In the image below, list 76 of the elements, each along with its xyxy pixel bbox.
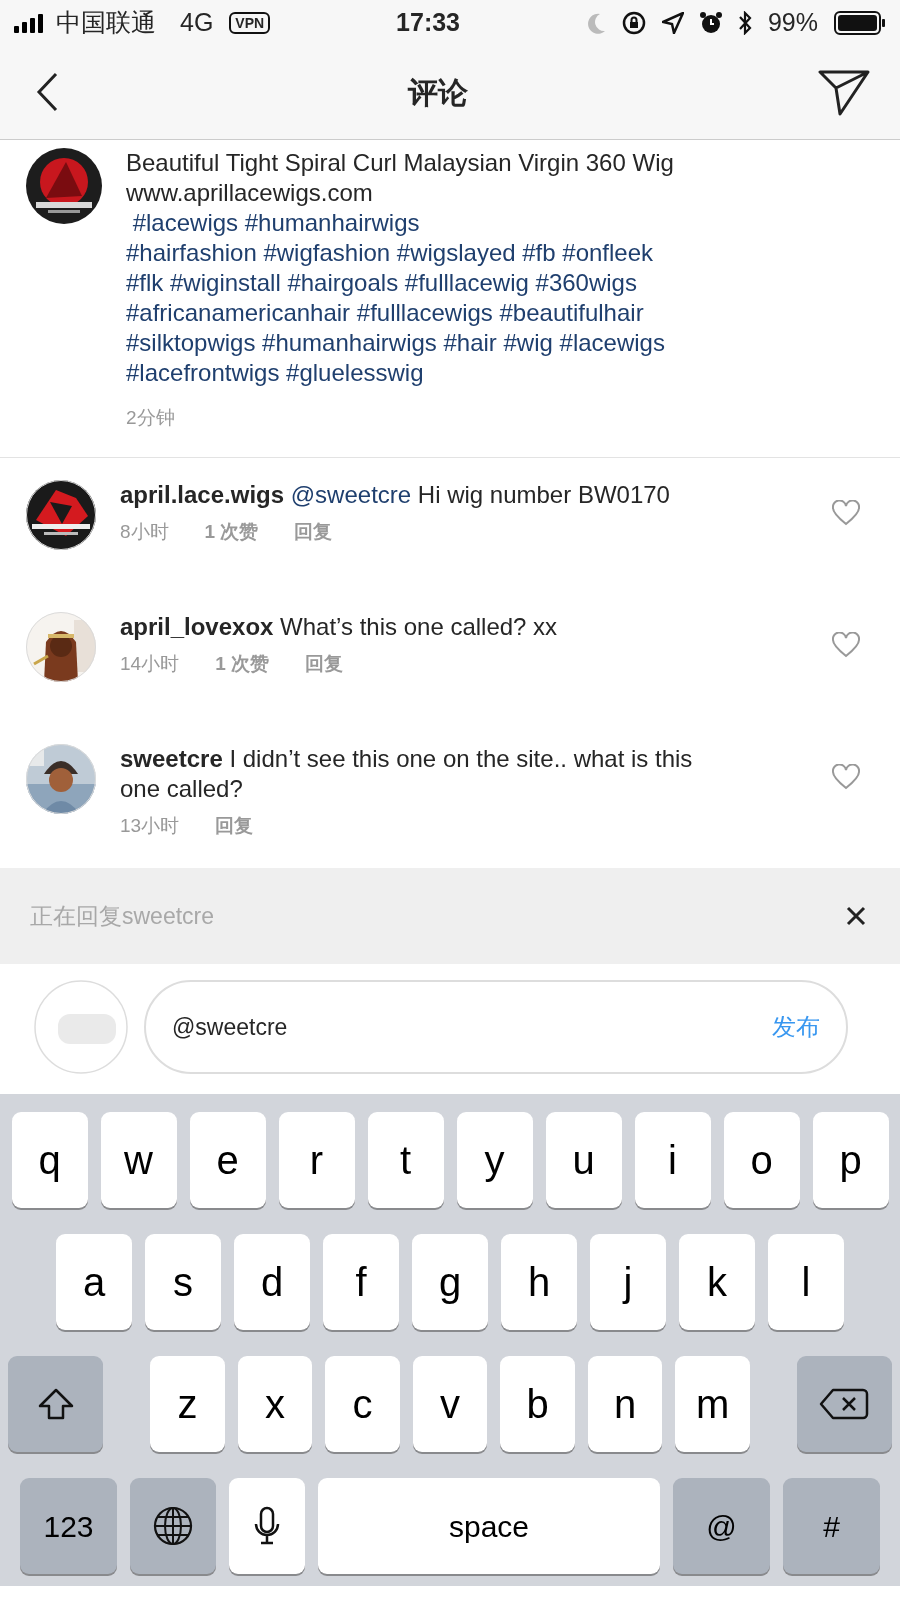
backspace-icon <box>819 1386 870 1422</box>
mention-link[interactable]: @sweetcre <box>290 481 412 508</box>
hashtag-line: #lacewigs #humanhairwigs <box>131 208 421 238</box>
keyboard-key[interactable]: j <box>590 1234 666 1330</box>
keyboard-key[interactable]: t <box>367 1112 444 1208</box>
comment-time: 14小时 <box>120 652 180 676</box>
keyboard-key[interactable]: i <box>634 1112 711 1208</box>
keyboard-key[interactable]: f <box>323 1234 399 1330</box>
keyboard-key[interactable]: e <box>189 1112 266 1208</box>
send-icon <box>818 68 870 116</box>
back-icon <box>36 72 58 112</box>
microphone-key[interactable] <box>229 1478 305 1574</box>
alarm-icon <box>699 10 722 35</box>
keyboard-key[interactable]: @ <box>673 1478 770 1574</box>
keyboard-key[interactable]: o <box>723 1112 800 1208</box>
network-type: 4G <box>180 6 214 38</box>
battery-icon <box>834 10 886 35</box>
carrier-name: 中国联通 <box>56 6 156 38</box>
keyboard-key[interactable]: x <box>237 1356 313 1452</box>
comment-text: april.lace.wigs @sweetcre Hi wig number BW0170 <box>120 480 671 510</box>
caption-line: Beautiful Tight Spiral Curl Malaysian Virgin 360 Wig <box>126 148 674 178</box>
shift-key[interactable] <box>8 1356 104 1452</box>
keyboard-key[interactable]: s <box>145 1234 221 1330</box>
status-time: 17:33 <box>395 6 462 38</box>
globe-icon <box>153 1506 193 1546</box>
location-icon <box>661 11 684 34</box>
caption-time: 2分钟 <box>126 406 176 430</box>
keyboard-key[interactable]: g <box>412 1234 488 1330</box>
moon-icon <box>585 11 606 34</box>
keyboard-key[interactable]: # <box>783 1478 880 1574</box>
like-button[interactable] <box>832 500 860 526</box>
back-button[interactable] <box>36 72 58 112</box>
keyboard-key[interactable]: c <box>325 1356 400 1452</box>
keyboard-key[interactable]: l <box>768 1234 844 1330</box>
keyboard-key[interactable]: p <box>812 1112 889 1208</box>
hashtag-line: #flk #wiginstall #hairgoals #fulllacewig #360wigs <box>126 268 638 298</box>
like-button[interactable] <box>832 632 860 658</box>
caption-line: www.aprillacewigs.com <box>126 178 374 208</box>
reply-status: 正在回复sweetcre <box>30 901 215 931</box>
keyboard-key[interactable]: b <box>500 1356 575 1452</box>
hashtag-line: #lacefrontwigs #gluelesswig <box>126 358 425 388</box>
close-button[interactable] <box>846 906 866 926</box>
share-button[interactable] <box>818 68 870 116</box>
keyboard-key[interactable]: u <box>545 1112 622 1208</box>
like-button[interactable] <box>832 764 860 790</box>
space-key[interactable]: space <box>318 1478 660 1574</box>
keyboard-key[interactable]: a <box>56 1234 132 1330</box>
keyboard-key[interactable]: y <box>456 1112 533 1208</box>
keyboard-key[interactable]: w <box>100 1112 177 1208</box>
keyboard-key[interactable]: d <box>234 1234 310 1330</box>
keyboard-key[interactable]: r <box>278 1112 355 1208</box>
keyboard-key[interactable]: k <box>679 1234 755 1330</box>
keyboard-key[interactable]: 123 <box>20 1478 117 1574</box>
comment-text: april_lovexox What’s this one called? xx <box>120 612 559 642</box>
rotation-lock-icon <box>621 10 646 35</box>
keyboard-key[interactable]: z <box>150 1356 225 1452</box>
keyboard-key[interactable]: m <box>675 1356 750 1452</box>
comment-input[interactable]: @sweetcre 发布 <box>144 980 848 1074</box>
keyboard-key[interactable]: h <box>501 1234 577 1330</box>
close-icon <box>846 906 866 926</box>
hashtag-line: #silktopwigs #humanhairwigs #hair #wig #lacewigs <box>126 328 666 358</box>
hashtag-line: #africanamericanhair #fulllacewigs #beautifulhair <box>126 298 645 328</box>
comment-time: 8小时 <box>120 520 169 544</box>
battery-percent: 99% <box>767 6 818 38</box>
page-title: 评论 <box>408 74 468 111</box>
keyboard-key[interactable]: v <box>412 1356 488 1452</box>
microphone-icon <box>253 1506 281 1546</box>
bluetooth-icon <box>737 10 752 35</box>
vpn-indicator: VPN <box>229 11 271 34</box>
hashtag-line: #hairfashion #wigfashion #wigslayed #fb #onfleek <box>126 238 654 268</box>
keyboard-key[interactable]: n <box>587 1356 663 1452</box>
comment-time: 13小时 <box>120 814 180 838</box>
keyboard-key[interactable]: q <box>11 1112 88 1208</box>
globe-key[interactable] <box>130 1478 216 1574</box>
comment-text: sweetcre I didn’t see this one on the site.. what is this one called? <box>120 744 694 804</box>
delete-key[interactable] <box>796 1356 892 1452</box>
